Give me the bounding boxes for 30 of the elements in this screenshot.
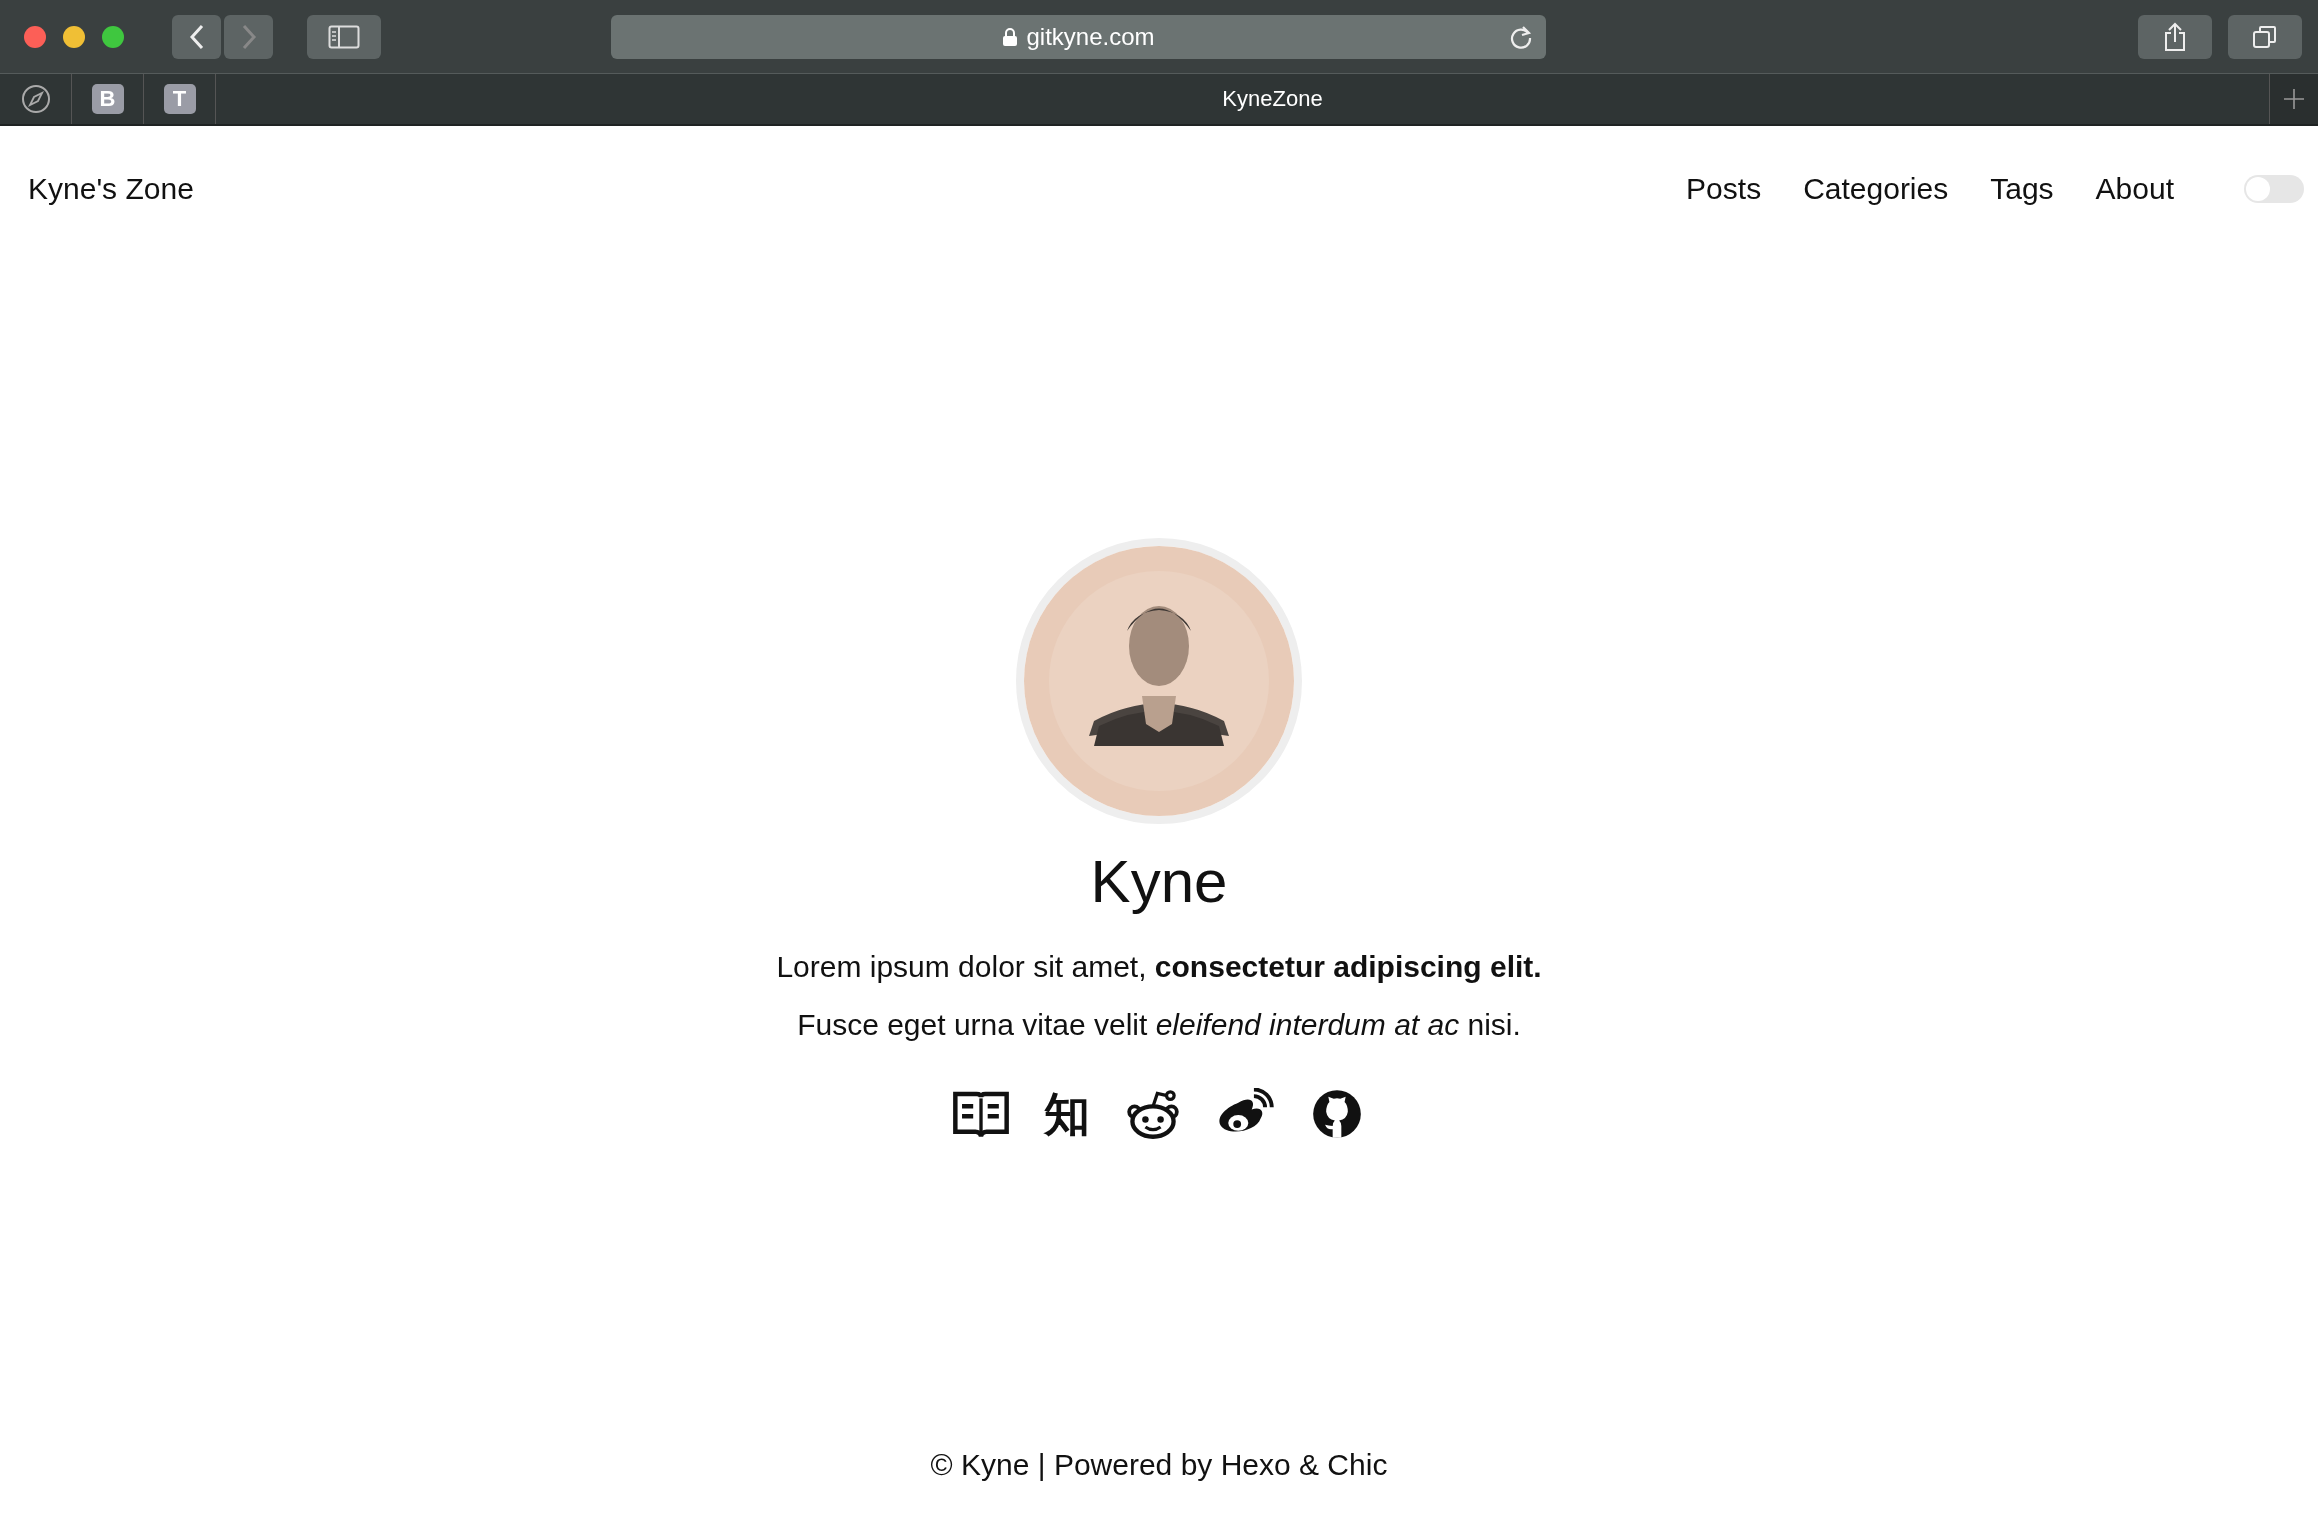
back-button[interactable] [172,14,221,59]
zhihu-link[interactable]: 知 [1044,1091,1090,1137]
bio-text: Lorem ipsum dolor sit amet, consectetur adipiscing elit. [776,949,1542,985]
bio-text: Fusce eget urna vitae velit eleifend interdum at ac nisi. [797,1007,1521,1043]
nav-link[interactable]: Posts [1686,172,1762,206]
close-button[interactable] [24,25,46,48]
sidebar-button[interactable] [307,14,381,59]
lock-icon [1002,26,1019,47]
site-title-link[interactable]: Kyne's Zone [28,172,194,206]
chevron-left-icon [187,22,206,51]
footer-text: © Kyne | Powered by Hexo & Chic [930,1448,1388,1483]
profile-name: Kyne [1090,852,1228,912]
url-text: gitkyne.com [1026,22,1155,51]
minimize-button[interactable] [63,25,85,48]
share-icon [2163,21,2187,52]
dark-mode-toggle[interactable] [2244,175,2304,203]
tabs-overview-button[interactable] [2228,14,2302,59]
sidebar-icon [328,24,360,49]
nav-link[interactable]: Tags [1990,172,2054,206]
new-tab-icon[interactable] [2283,88,2305,110]
reload-icon[interactable] [1508,23,1534,50]
address-bar[interactable]: gitkyne.com [611,14,1546,59]
zoom-button[interactable] [102,25,124,48]
share-button[interactable] [2138,14,2212,59]
nav-link[interactable]: Categories [1803,172,1949,206]
browser-tab[interactable]: KyneZone [216,74,2269,124]
compass-icon[interactable] [20,84,51,114]
tabs-icon [2252,23,2278,50]
reddit-icon[interactable] [1124,1088,1182,1140]
nav-link[interactable]: About [2095,172,2174,206]
